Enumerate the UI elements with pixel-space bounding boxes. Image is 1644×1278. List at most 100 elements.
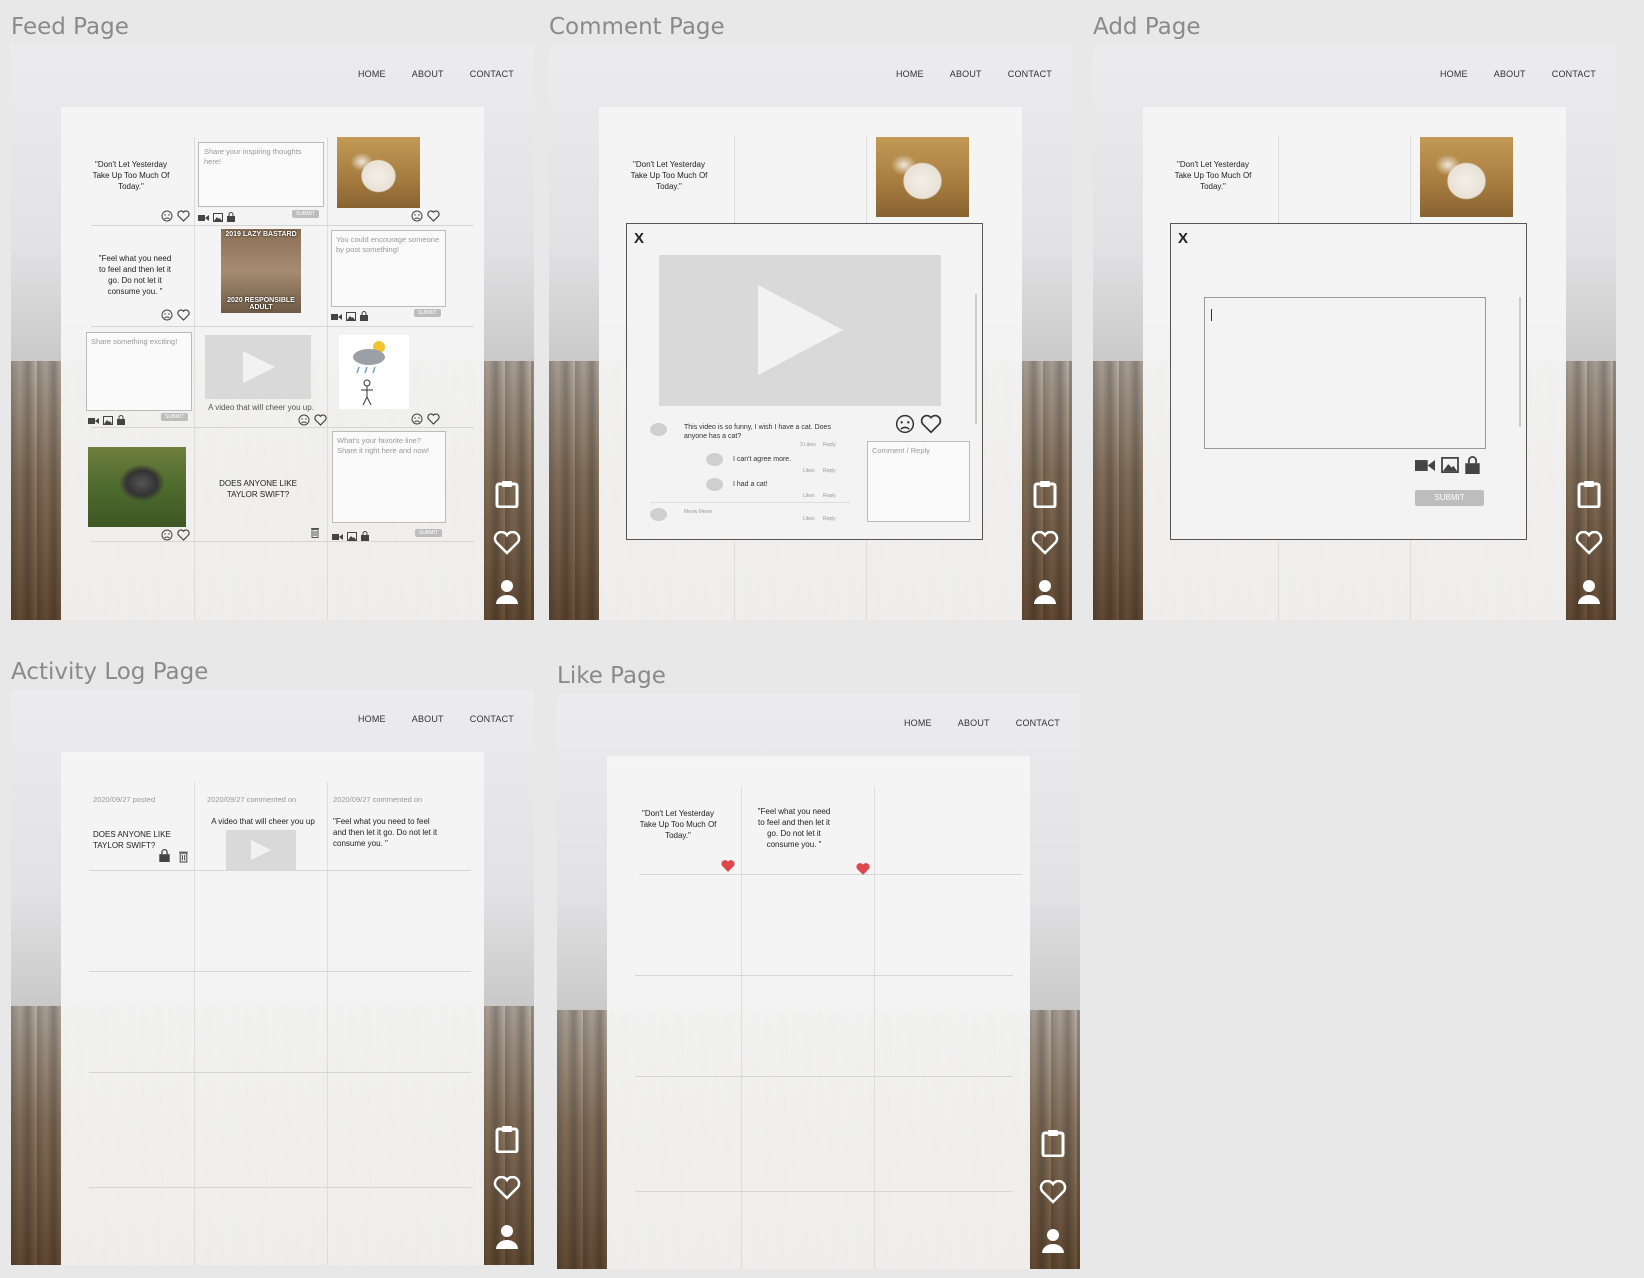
sad-face-icon[interactable]	[895, 414, 915, 439]
play-icon[interactable]	[243, 351, 275, 383]
lock-icon[interactable]	[361, 528, 369, 546]
sad-face-icon[interactable]	[161, 209, 173, 227]
submit-button[interactable]: SUBMIT	[1415, 490, 1484, 506]
submit-button[interactable]: SUBMIT	[415, 529, 442, 537]
lamb-photo[interactable]	[337, 137, 420, 208]
lock-icon[interactable]	[360, 308, 368, 326]
heart-filled-icon[interactable]	[720, 859, 736, 878]
heart-icon[interactable]	[493, 530, 521, 560]
nav-contact[interactable]: CONTACT	[1008, 69, 1052, 79]
nav-home[interactable]: HOME	[904, 718, 932, 728]
submit-button[interactable]: SUBMIT	[161, 413, 188, 421]
clipboard-icon[interactable]	[1032, 480, 1058, 513]
heart-icon[interactable]	[427, 412, 440, 430]
reply-link[interactable]: Reply	[823, 516, 836, 522]
likes-count[interactable]: Likes	[803, 516, 815, 522]
animal-photo[interactable]	[88, 447, 186, 527]
nav-contact[interactable]: CONTACT	[1552, 69, 1596, 79]
video-camera-icon[interactable]	[331, 308, 342, 326]
heart-icon[interactable]	[177, 308, 190, 326]
trash-icon[interactable]	[178, 849, 189, 868]
sad-face-icon[interactable]	[161, 528, 173, 546]
play-icon[interactable]	[758, 285, 843, 375]
avatar[interactable]	[650, 508, 667, 521]
close-button[interactable]: X	[634, 230, 644, 247]
reply-link[interactable]: Reply	[823, 493, 836, 499]
avatar[interactable]	[706, 478, 723, 491]
favorite-line-input[interactable]: What's your favorite line? Share it righ…	[332, 431, 446, 523]
post-textarea[interactable]	[1204, 297, 1486, 449]
heart-icon[interactable]	[314, 413, 327, 431]
likes-count[interactable]: Likes	[803, 468, 815, 474]
video-thumbnail[interactable]	[205, 335, 311, 399]
nav-home[interactable]: HOME	[896, 69, 924, 79]
nav-about[interactable]: ABOUT	[412, 69, 444, 79]
nav-about[interactable]: ABOUT	[958, 718, 990, 728]
scrollbar[interactable]	[975, 294, 977, 424]
submit-button[interactable]: SUBMIT	[292, 210, 319, 218]
nav-contact[interactable]: CONTACT	[470, 69, 514, 79]
clipboard-icon[interactable]	[1040, 1129, 1066, 1162]
lock-icon[interactable]	[117, 412, 125, 430]
video-thumbnail[interactable]	[226, 830, 296, 870]
play-icon[interactable]	[251, 840, 271, 860]
sad-face-icon[interactable]	[411, 209, 423, 227]
lock-icon[interactable]	[227, 209, 235, 227]
likes-count[interactable]: Likes	[803, 493, 815, 499]
heart-icon[interactable]	[427, 209, 440, 227]
image-icon[interactable]	[213, 209, 223, 227]
heart-icon[interactable]	[920, 414, 942, 439]
meme-image[interactable]: 2019 LAZY BASTARD 2020 RESPONSIBLE ADULT	[221, 229, 301, 313]
sad-face-icon[interactable]	[161, 308, 173, 326]
clipboard-icon[interactable]	[494, 480, 520, 513]
trash-icon[interactable]	[310, 525, 320, 543]
heart-icon[interactable]	[493, 1175, 521, 1205]
nav-contact[interactable]: CONTACT	[1016, 718, 1060, 728]
heart-icon[interactable]	[177, 528, 190, 546]
heart-icon[interactable]	[1031, 530, 1059, 560]
likes-count[interactable]: 3 Likes	[800, 442, 816, 448]
submit-button[interactable]: SUBMIT	[414, 309, 441, 317]
thoughts-input[interactable]: Share your inspiring thoughts here!	[198, 142, 324, 207]
reply-link[interactable]: Reply	[823, 442, 836, 448]
image-icon[interactable]	[1441, 457, 1459, 478]
clipboard-icon[interactable]	[1576, 480, 1602, 513]
close-button[interactable]: X	[1178, 230, 1188, 247]
nav-about[interactable]: ABOUT	[950, 69, 982, 79]
video-camera-icon[interactable]	[198, 209, 209, 227]
user-icon[interactable]	[1032, 578, 1058, 609]
sad-face-icon[interactable]	[298, 413, 310, 431]
heart-icon[interactable]	[1039, 1179, 1067, 1209]
image-icon[interactable]	[347, 528, 357, 546]
reply-link[interactable]: Reply	[823, 468, 836, 474]
heart-icon[interactable]	[177, 209, 190, 227]
avatar[interactable]	[706, 453, 723, 466]
reply-input[interactable]: Comment / Reply	[867, 441, 970, 522]
video-player[interactable]	[659, 255, 941, 406]
exciting-input[interactable]: Share something exciting!	[86, 332, 192, 411]
cloud-doodle-image[interactable]	[339, 335, 409, 409]
user-icon[interactable]	[1576, 578, 1602, 609]
clipboard-icon[interactable]	[494, 1125, 520, 1158]
lamb-photo[interactable]	[1420, 137, 1513, 217]
lock-icon[interactable]	[1465, 456, 1480, 479]
user-icon[interactable]	[494, 578, 520, 609]
avatar[interactable]	[650, 423, 667, 436]
nav-home[interactable]: HOME	[358, 714, 386, 724]
video-camera-icon[interactable]	[332, 528, 343, 546]
nav-about[interactable]: ABOUT	[412, 714, 444, 724]
nav-home[interactable]: HOME	[358, 69, 386, 79]
user-icon[interactable]	[1040, 1227, 1066, 1258]
lamb-photo[interactable]	[876, 137, 969, 217]
nav-contact[interactable]: CONTACT	[470, 714, 514, 724]
heart-icon[interactable]	[1575, 530, 1603, 560]
heart-filled-icon[interactable]	[855, 862, 871, 881]
image-icon[interactable]	[103, 412, 113, 430]
lock-icon[interactable]	[159, 849, 170, 867]
encourage-input[interactable]: You could encourage someone by post some…	[331, 230, 446, 307]
nav-home[interactable]: HOME	[1440, 69, 1468, 79]
nav-about[interactable]: ABOUT	[1494, 69, 1526, 79]
video-camera-icon[interactable]	[88, 412, 99, 430]
sad-face-icon[interactable]	[411, 412, 423, 430]
image-icon[interactable]	[346, 308, 356, 326]
